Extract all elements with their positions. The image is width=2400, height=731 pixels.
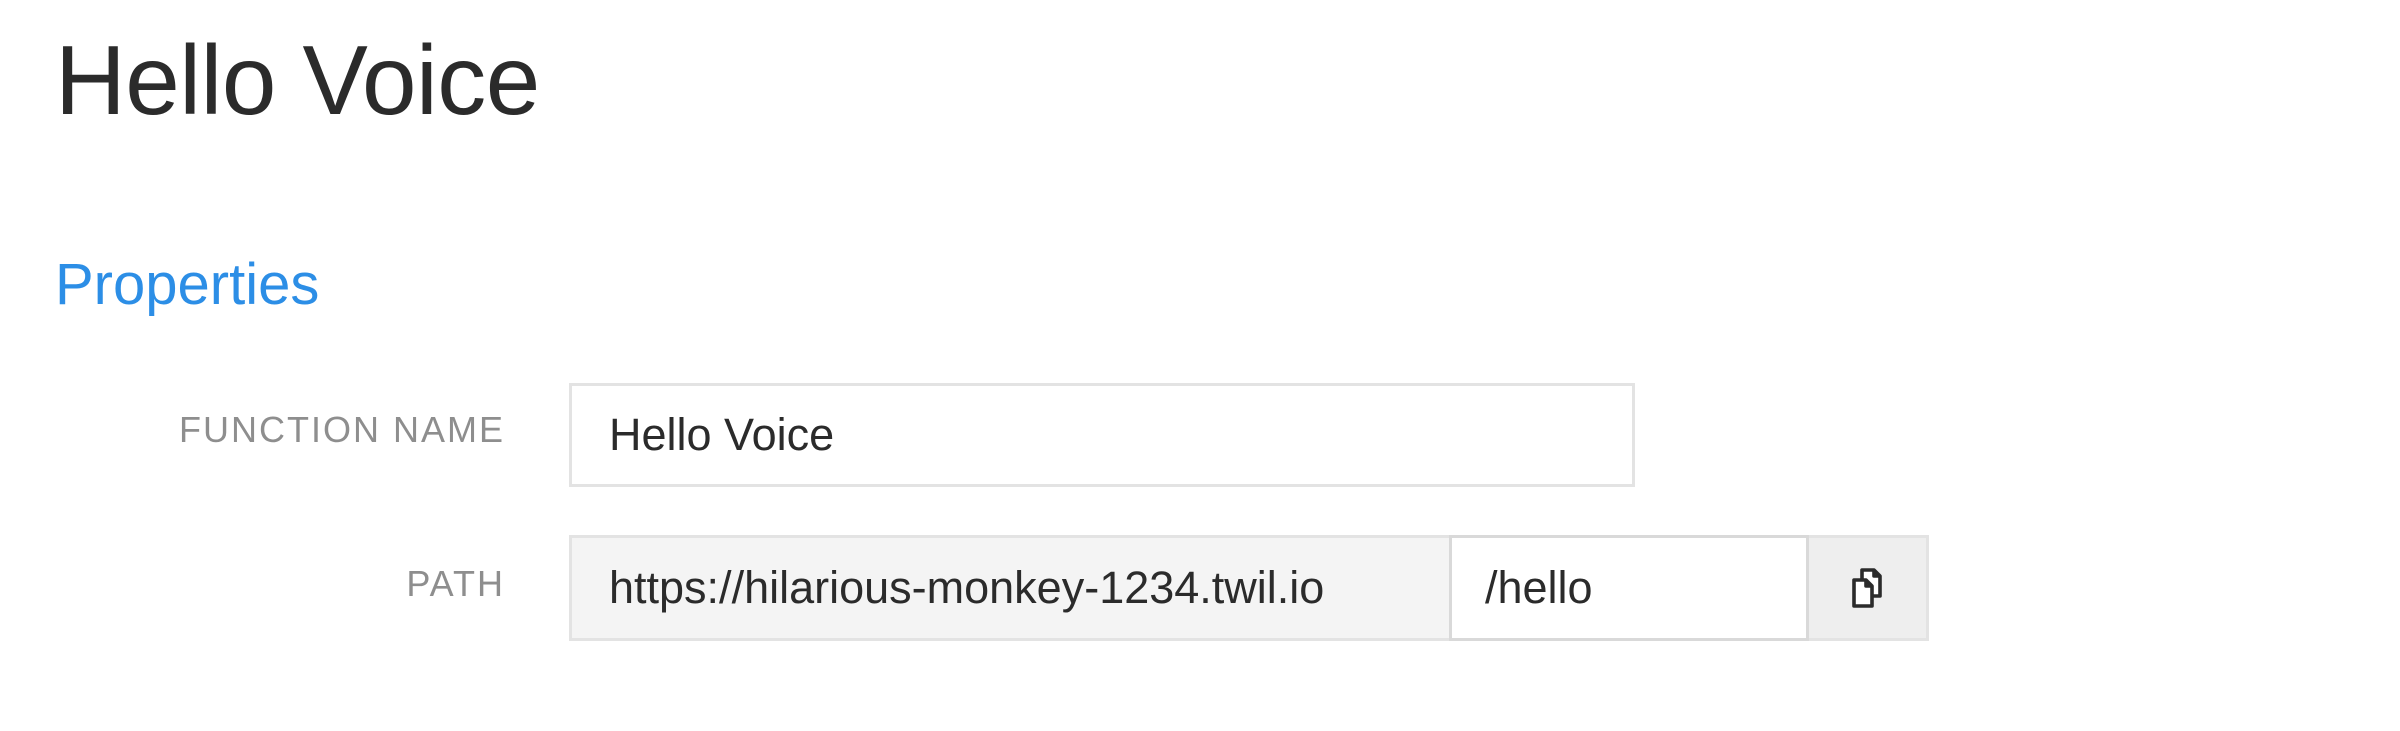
function-name-input[interactable] (569, 383, 1635, 487)
function-name-label: FUNCTION NAME (179, 409, 505, 450)
path-domain-prefix: https://hilarious-monkey-1234.twil.io (609, 562, 1325, 613)
path-label: PATH (406, 563, 505, 604)
properties-section-title: Properties (55, 252, 320, 317)
page-title: Hello Voice (55, 25, 540, 135)
path-input[interactable] (1449, 535, 1809, 641)
path-field-group: https://hilarious-monkey-1234.twil.io (569, 535, 1929, 641)
copy-icon (1851, 568, 1882, 608)
copy-path-button[interactable] (1809, 538, 1926, 638)
